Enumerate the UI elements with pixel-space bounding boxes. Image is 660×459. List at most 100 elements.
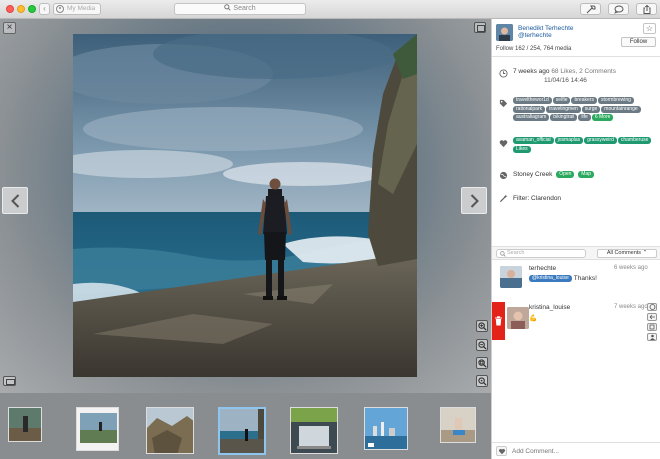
hashtag-pill[interactable]: 6 More [591,114,614,121]
tag-icon [499,99,508,108]
chevron-right-icon [470,194,479,208]
comment-search-input[interactable]: Search [496,249,586,258]
comment-filter-select[interactable]: All Comments ⌃ [597,249,657,258]
likes-list: avaman_official josmaplas grassyweird chamb… [513,137,658,154]
tools-icon [586,5,596,14]
add-comment-input[interactable] [512,446,652,456]
profile-header: Benedikt Terhechte @terhechte Follow 162… [492,19,660,57]
comment-user[interactable]: terhechte [529,265,556,272]
comments-toolbar-button[interactable] [608,3,629,15]
heart-icon [499,139,508,148]
star-button[interactable]: ☆ [643,23,656,34]
map-button[interactable]: Map [578,171,594,178]
like-pill[interactable]: avaman_official [513,137,554,144]
open-location-button[interactable]: Open [556,171,575,178]
back-button[interactable]: ‹ [39,3,50,15]
post-time: 7 weeks ago 68 Likes, 2 Comments [513,68,616,75]
user-icon [650,334,655,340]
hashtag-pill[interactable]: selfie [552,97,571,104]
my-media-label: My Media [67,5,96,12]
comment-user-button[interactable] [647,333,657,341]
profile-name[interactable]: Benedikt Terhechte [518,25,574,32]
next-image-button[interactable] [461,187,487,214]
info-icon [649,304,656,310]
like-pill[interactable]: grassyweird [584,137,617,144]
zoom-actual-button[interactable] [476,375,488,387]
search-placeholder: Search [233,5,256,12]
thumb-5[interactable] [290,407,338,454]
comment-reply-button[interactable] [647,313,657,321]
share-icon [643,5,651,14]
hashtag-pill[interactable]: surge [581,105,601,113]
user-icon [56,5,64,13]
tools-button[interactable] [580,3,601,15]
comment-user[interactable]: kristina_louise [529,304,570,311]
zoom-in-icon [478,322,487,331]
comment-time: 7 weeks ago [614,304,648,310]
thumb-3[interactable] [146,407,194,454]
app-window: ‹ My Media Search × Benedikt Terhechte @… [0,0,660,459]
main-photo[interactable] [73,34,417,377]
thumb-4[interactable] [218,407,266,455]
search-field[interactable]: Search [174,3,306,15]
close-icon: × [6,22,13,33]
avatar[interactable] [496,24,513,41]
minimize-window-button[interactable] [17,5,25,13]
heart-icon [499,448,505,455]
comment-filter-label: All Comments [606,250,642,256]
zoom-out-button[interactable] [476,339,488,351]
profile-handle[interactable]: @terhechte [518,32,552,39]
share-button[interactable] [636,3,657,15]
thumb-2[interactable] [76,407,119,451]
comment-mention[interactable]: @kristina_louise [529,275,572,282]
close-window-button[interactable] [6,5,14,13]
hashtag-pill[interactable]: mountainrange [601,105,641,113]
comments-toolbar: Search All Comments ⌃ [492,246,660,260]
like-pill[interactable]: chamberuse [617,137,652,144]
hashtag-pill[interactable]: travelingmen [546,105,581,113]
chevron-left-icon [11,194,20,208]
close-viewer-button[interactable]: × [3,22,16,34]
comment-avatar[interactable] [507,307,529,329]
thumb-7[interactable] [440,407,476,443]
comment-time: 6 weeks ago [614,265,648,271]
fullscreen-button[interactable] [474,22,486,33]
hashtag-pill[interactable]: australiagram [513,114,550,121]
search-icon [224,4,232,11]
delete-comment-button[interactable] [492,302,505,340]
hashtag-pill[interactable]: bikingtrail [550,114,578,121]
hashtag-pill[interactable]: life [578,114,591,121]
hashtag-pill[interactable]: rationalpark [513,105,546,113]
comment-info-button[interactable] [647,303,657,311]
comment-copy-button[interactable] [647,323,657,331]
comment-search-placeholder: Search [507,250,525,256]
chevron-left-icon: ‹ [43,4,46,13]
comment-avatar[interactable] [500,266,522,288]
thumb-1[interactable] [8,407,42,442]
clock-icon [499,69,508,78]
follow-button[interactable]: Follow [621,37,656,47]
hashtag-pill[interactable]: breakers [571,97,597,104]
info-panel: Benedikt Terhechte @terhechte Follow 162… [491,19,660,459]
toggle-sidebar-button[interactable] [3,376,16,386]
zoom-fit-button[interactable] [476,357,488,369]
search-icon [500,251,506,257]
zoom-window-button[interactable] [28,5,36,13]
comment-composer [492,442,660,459]
hashtag-pill[interactable]: stormbrewing [597,97,634,104]
star-icon: ☆ [645,24,654,33]
comment-actions [647,303,657,343]
previous-image-button[interactable] [2,187,28,214]
like-pill[interactable]: Likes [513,145,531,153]
like-pill[interactable]: josmaplas [554,137,584,144]
copy-icon [649,324,655,330]
hashtag-pill[interactable]: travelthewor1d [513,97,552,104]
my-media-button[interactable]: My Media [53,3,101,15]
likes-comments-count[interactable]: 68 Likes, 2 Comments [551,68,616,75]
zoom-in-button[interactable] [476,320,488,332]
profile-stats: Follow 162 / 254, 764 media [496,46,572,52]
like-button[interactable] [496,446,507,456]
thumb-6[interactable] [364,407,408,450]
title-bar: ‹ My Media Search [0,0,660,19]
image-viewer: × [0,19,491,459]
